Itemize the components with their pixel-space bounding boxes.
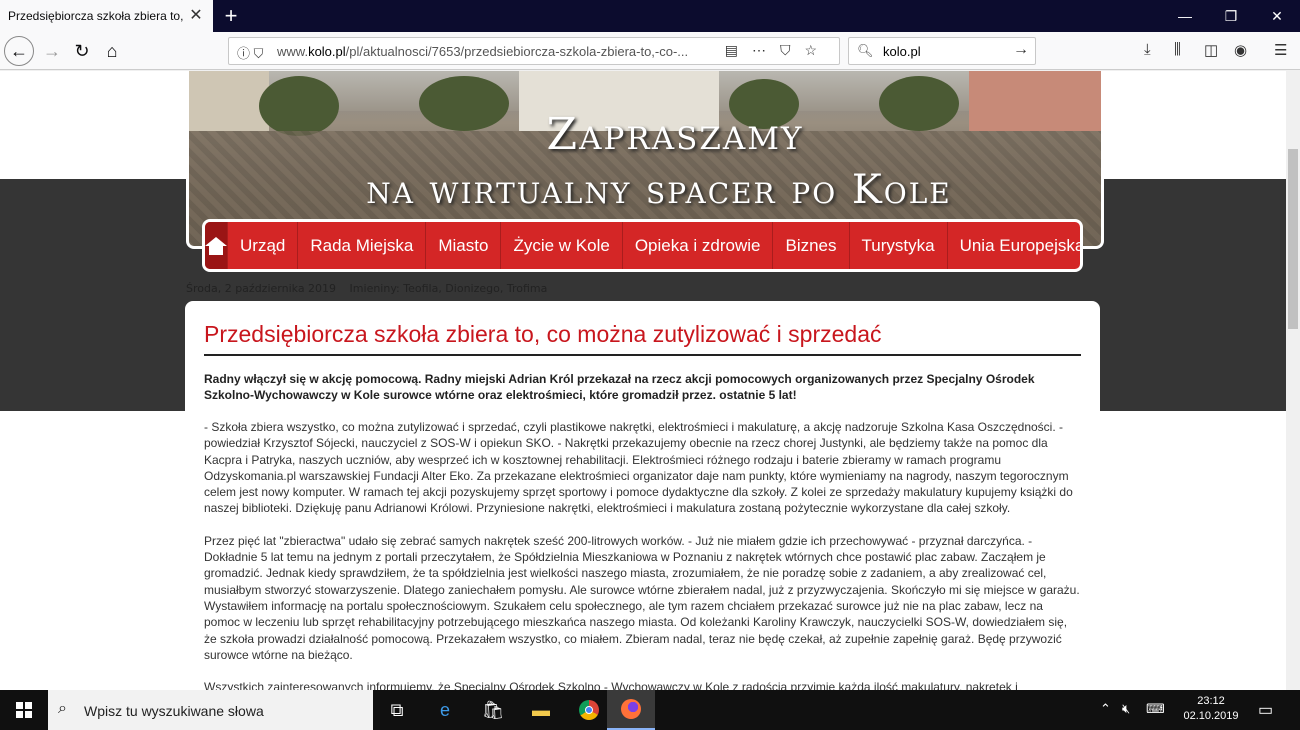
search-input[interactable]: kolo.pl xyxy=(883,44,921,59)
page-actions-icon[interactable]: ▤⋯⛉☆ xyxy=(725,42,831,59)
sidebar-icon[interactable]: ◫ xyxy=(1204,41,1218,59)
close-tab-icon[interactable]: ✕ xyxy=(187,7,205,25)
article-title: Przedsiębiorcza szkoła zbiera to, co moż… xyxy=(204,321,1081,356)
close-window-icon[interactable]: ✕ xyxy=(1254,0,1300,32)
show-hidden-icons-icon[interactable]: ⌃ xyxy=(1100,701,1111,717)
account-icon[interactable]: ◉ xyxy=(1234,41,1247,59)
notifications-icon[interactable]: ▭ xyxy=(1258,700,1273,720)
search-bar[interactable]: 🔍︎ kolo.pl → xyxy=(848,37,1036,65)
article-paragraph: - Szkoła zbiera wszystko, co można zutyl… xyxy=(204,420,1073,516)
forward-icon[interactable]: → xyxy=(38,37,66,65)
name-days: Imieniny: Teofila, Dionizego, Trofima xyxy=(349,282,548,295)
navigation-toolbar: ← → ↻ ⌂ ⓘ ⛉ www.kolo.pl/pl/aktualnosci/7… xyxy=(0,32,1300,70)
edge-icon[interactable]: e xyxy=(421,690,469,730)
url-bar[interactable]: ⓘ ⛉ www.kolo.pl/pl/aktualnosci/7653/prze… xyxy=(228,37,840,65)
menu-item-miasto[interactable]: Miasto xyxy=(425,222,500,269)
minimize-icon[interactable]: — xyxy=(1162,0,1208,32)
task-view-icon[interactable]: ⧉ xyxy=(373,690,421,730)
page-scrollbar[interactable] xyxy=(1286,71,1300,690)
store-icon[interactable]: 🛍︎ xyxy=(469,690,517,730)
chrome-icon[interactable] xyxy=(565,690,613,730)
network-icon[interactable]: ⌨ xyxy=(1146,701,1165,717)
downloads-icon[interactable]: ⤓ xyxy=(1144,41,1151,58)
page-viewport: Zapraszamy na wirtualny spacer po Kole U… xyxy=(0,71,1300,690)
reload-icon[interactable]: ↻ xyxy=(68,37,96,65)
browser-tab[interactable]: Przedsiębiorcza szkoła zbiera to, co ✕ xyxy=(0,0,213,32)
menu-item-opieka-i-zdrowie[interactable]: Opieka i zdrowie xyxy=(621,222,773,269)
main-menu: Urząd Rada Miejska Miasto Życie w Kole O… xyxy=(202,219,1083,272)
clock-date: 02.10.2019 xyxy=(1183,710,1239,722)
menu-item-zycie-w-kole[interactable]: Życie w Kole xyxy=(500,222,621,269)
search-icon: ⌕ xyxy=(58,700,67,717)
banner-title-line2: na wirtualny spacer po Kole xyxy=(366,167,952,213)
search-go-icon[interactable]: → xyxy=(1013,41,1029,59)
menu-item-turystyka[interactable]: Turystyka xyxy=(848,222,947,269)
menu-item-urzad[interactable]: Urząd xyxy=(227,222,297,269)
system-clock[interactable]: 23:12 02.10.2019 xyxy=(1178,694,1244,724)
taskbar-search-box[interactable]: ⌕ Wpisz tu wyszukiwane słowa xyxy=(48,690,373,730)
taskbar-search-input[interactable]: Wpisz tu wyszukiwane słowa xyxy=(84,703,264,719)
site-info-icon[interactable]: ⓘ ⛉ xyxy=(237,43,263,62)
url-text: www.kolo.pl/pl/aktualnosci/7653/przedsie… xyxy=(277,44,689,59)
banner-title-line1: Zapraszamy xyxy=(546,109,804,160)
article-container: Przedsiębiorcza szkoła zbiera to, co moż… xyxy=(185,301,1100,690)
volume-icon[interactable]: 🔇︎ xyxy=(1122,701,1130,717)
windows-logo-icon xyxy=(16,702,32,718)
back-icon[interactable]: ← xyxy=(4,36,34,66)
current-date: Środa, 2 października 2019 xyxy=(186,282,337,295)
article-paragraph: Przez pięć lat "zbieractwa" udało się ze… xyxy=(204,533,1080,662)
scrollbar-thumb[interactable] xyxy=(1288,149,1298,329)
tab-title: Przedsiębiorcza szkoła zbiera to, co xyxy=(8,9,186,23)
search-icon: 🔍︎ xyxy=(857,43,874,58)
new-tab-icon[interactable]: + xyxy=(218,3,244,29)
article-paragraph: Wszystkich zainteresowanych informujemy,… xyxy=(204,680,1018,690)
home-icon[interactable]: ⌂ xyxy=(98,37,126,65)
article-lead: Radny włączył się w akcję pomocową. Radn… xyxy=(204,372,1035,402)
menu-item-biznes[interactable]: Biznes xyxy=(772,222,848,269)
tab-strip: Przedsiębiorcza szkoła zbiera to, co ✕ +… xyxy=(0,0,1300,32)
file-explorer-icon[interactable]: ▬ xyxy=(517,690,565,730)
start-button[interactable] xyxy=(0,690,48,730)
restore-icon[interactable]: ❐ xyxy=(1208,0,1254,32)
windows-taskbar: ⌕ Wpisz tu wyszukiwane słowa ⧉ e 🛍︎ ▬ ⌃ … xyxy=(0,690,1300,730)
menu-item-rada-miejska[interactable]: Rada Miejska xyxy=(297,222,425,269)
clock-time: 23:12 xyxy=(1197,695,1225,707)
menu-item-unia-europejska[interactable]: Unia Europejska xyxy=(946,222,1080,269)
menu-icon[interactable]: ☰ xyxy=(1274,41,1287,59)
firefox-icon[interactable] xyxy=(607,690,655,730)
date-info-line: Środa, 2 października 2019 Imieniny: Teo… xyxy=(186,282,557,295)
house-icon xyxy=(205,236,227,255)
menu-home-button[interactable] xyxy=(205,222,227,269)
library-icon[interactable]: ⫼ xyxy=(1174,41,1181,58)
